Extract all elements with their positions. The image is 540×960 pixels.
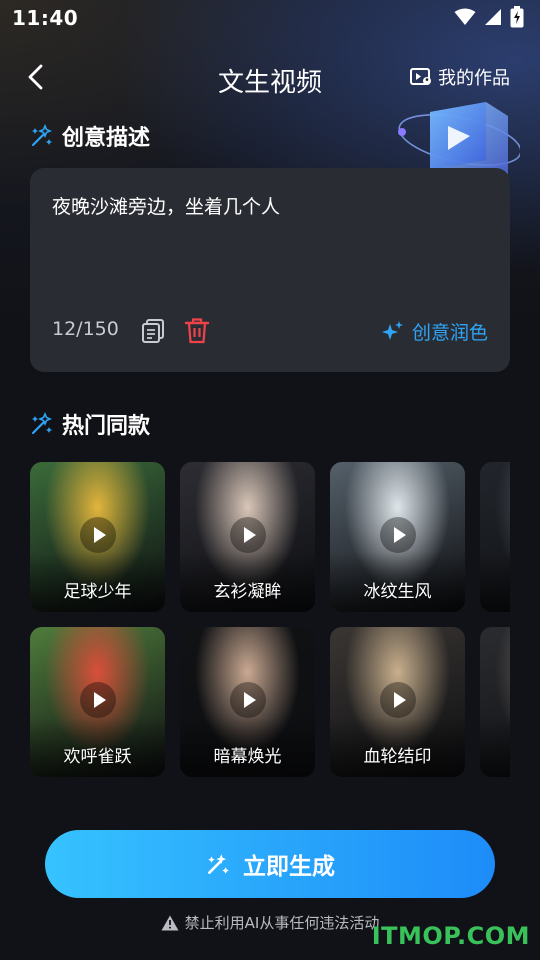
- play-icon[interactable]: [229, 682, 266, 718]
- template-card-partial[interactable]: [480, 462, 510, 612]
- status-time: 11:40: [12, 6, 79, 30]
- magic-wand-icon: [208, 854, 229, 874]
- template-card[interactable]: 暗幕焕光: [180, 627, 315, 777]
- signal-icon: [485, 9, 501, 25]
- play-icon[interactable]: [229, 517, 266, 553]
- delete-icon[interactable]: [184, 317, 210, 345]
- my-works-button[interactable]: 我的作品: [410, 64, 510, 90]
- play-icon[interactable]: [79, 682, 116, 718]
- my-works-icon: [410, 68, 431, 85]
- templates-section-label: 热门同款: [62, 414, 151, 439]
- templates-section-title: 热门同款: [30, 408, 150, 440]
- template-grid: 足球少年 玄衫凝眸 冰纹生风 欢呼雀跃 暗幕焕光 血轮结印: [30, 462, 510, 778]
- template-card[interactable]: 足球少年: [30, 462, 165, 612]
- watermark: ITMOP.COM: [371, 922, 530, 950]
- play-icon[interactable]: [379, 682, 416, 718]
- battery-icon: [510, 6, 524, 28]
- template-card[interactable]: 冰纹生风: [330, 462, 465, 612]
- template-card[interactable]: 玄衫凝眸: [180, 462, 315, 612]
- sparkle-icon: [381, 320, 403, 340]
- template-label: 玄衫凝眸: [213, 582, 282, 602]
- my-works-label: 我的作品: [438, 68, 510, 89]
- creative-polish-label: 创意润色: [411, 322, 488, 344]
- magic-wand-icon: [31, 124, 53, 147]
- status-bar: 11:40: [0, 0, 540, 36]
- generate-now-label: 立即生成: [243, 854, 335, 880]
- magic-wand-icon: [31, 412, 53, 435]
- copy-icon[interactable]: [140, 318, 166, 344]
- disclaimer-text: 禁止利用AI从事任何违法活动: [184, 914, 380, 932]
- template-label: 足球少年: [63, 582, 132, 602]
- status-icons: [454, 6, 524, 28]
- generate-now-button[interactable]: 立即生成: [45, 830, 495, 898]
- play-icon[interactable]: [79, 517, 116, 553]
- template-label: 暗幕焕光: [213, 747, 282, 767]
- description-section-title: 创意描述: [30, 120, 150, 152]
- char-count: 12/150: [52, 318, 119, 340]
- template-label: 欢呼雀跃: [63, 747, 132, 767]
- template-card[interactable]: 欢呼雀跃: [30, 627, 165, 777]
- description-input-card[interactable]: 夜晚沙滩旁边，坐着几个人 12/150 创意润色: [30, 168, 510, 372]
- play-icon[interactable]: [379, 517, 416, 553]
- description-textarea[interactable]: 夜晚沙滩旁边，坐着几个人: [52, 192, 280, 219]
- template-card-partial[interactable]: [480, 627, 510, 777]
- creative-polish-button[interactable]: 创意润色: [380, 318, 488, 345]
- wifi-icon: [454, 8, 476, 25]
- card-shade: [480, 552, 510, 612]
- template-card[interactable]: 血轮结印: [330, 627, 465, 777]
- warning-icon: [161, 915, 179, 930]
- template-label: 冰纹生风: [363, 582, 432, 602]
- card-shade: [480, 717, 510, 777]
- template-label: 血轮结印: [363, 747, 432, 767]
- description-section-label: 创意描述: [62, 126, 151, 151]
